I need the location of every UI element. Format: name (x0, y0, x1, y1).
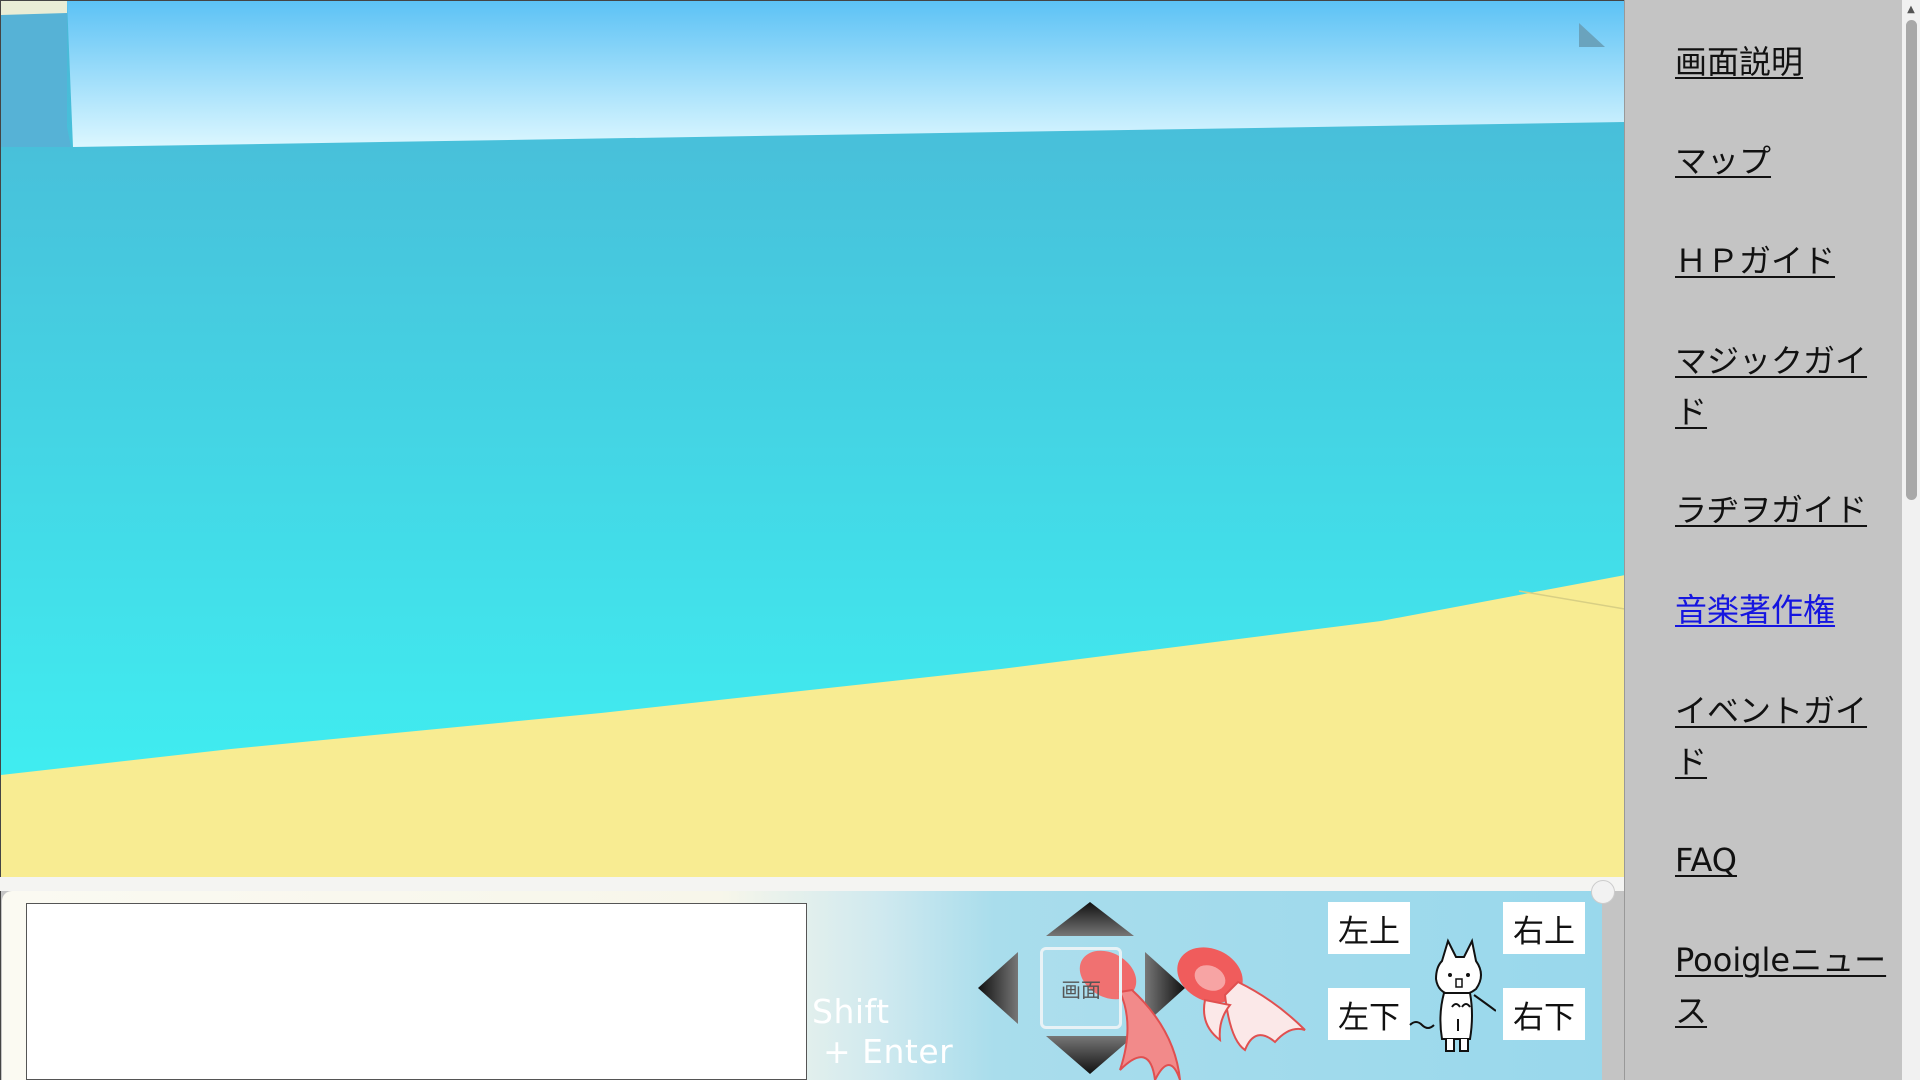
sidebar-item-map: マップ (1675, 136, 1890, 187)
scroll-up-icon[interactable]: ▲ (1902, 0, 1920, 18)
sidebar-link-hp-guide[interactable]: ＨＰガイド (1675, 242, 1835, 280)
down-right-button[interactable]: 右下 (1503, 988, 1585, 1040)
sidebar-link-event-guide[interactable]: イベントガイド (1675, 692, 1867, 781)
down-left-button[interactable]: 左下 (1328, 988, 1410, 1040)
triangle-icon[interactable] (1579, 23, 1605, 47)
sky (67, 1, 1624, 147)
up-left-button[interactable]: 左上 (1328, 902, 1410, 954)
arrow-down-icon[interactable] (1046, 1036, 1134, 1074)
sidebar-link-faq[interactable]: FAQ (1675, 841, 1737, 879)
sidebar-link-screen-guide[interactable]: 画面説明 (1675, 43, 1803, 81)
sidebar-link-pooigle-news[interactable]: Pooigleニュース (1675, 941, 1886, 1030)
cat-icon (1409, 937, 1496, 1052)
sidebar-item-music-copyright: 音楽著作権 (1675, 585, 1890, 636)
sidebar-item-event-guide: イベントガイド (1675, 686, 1890, 788)
chat-input[interactable] (26, 903, 807, 1080)
sidebar-item-radio-guide: ラヂヲガイド (1675, 485, 1890, 536)
sidebar: 画面説明 マップ ＨＰガイド マジックガイド ラヂヲガイド 音楽著作権 イベント… (1624, 0, 1902, 1080)
scrollbar-thumb[interactable] (1906, 20, 1917, 500)
arrow-left-icon[interactable] (978, 952, 1018, 1024)
sidebar-item-screen-guide: 画面説明 (1675, 37, 1890, 88)
left-wall-top (1, 1, 67, 15)
arrow-up-icon[interactable] (1046, 902, 1134, 936)
sidebar-link-magic-guide[interactable]: マジックガイド (1675, 342, 1867, 431)
sidebar-link-radio-guide[interactable]: ラヂヲガイド (1675, 491, 1867, 529)
scrollbar[interactable]: ▲ (1902, 0, 1920, 1080)
arrow-right-icon[interactable] (1145, 952, 1185, 1024)
sidebar-link-map[interactable]: マップ (1675, 142, 1771, 180)
sidebar-item-magic-guide: マジックガイド (1675, 336, 1890, 438)
left-wall (1, 1, 71, 147)
sidebar-item-hp-guide: ＨＰガイド (1675, 236, 1890, 287)
up-right-button[interactable]: 右上 (1503, 902, 1585, 954)
sidebar-item-faq: FAQ (1675, 835, 1890, 886)
sidebar-link-music-copyright[interactable]: 音楽著作権 (1675, 591, 1835, 629)
beach-scene[interactable] (1, 1, 1624, 881)
panel-toggle-handle[interactable] (1591, 880, 1615, 904)
send-shortcut-hint: Shift + Enter (812, 992, 954, 1071)
sidebar-item-pooigle-news: Pooigleニュース (1675, 935, 1890, 1037)
screen-button[interactable]: 画面 (1040, 947, 1122, 1029)
